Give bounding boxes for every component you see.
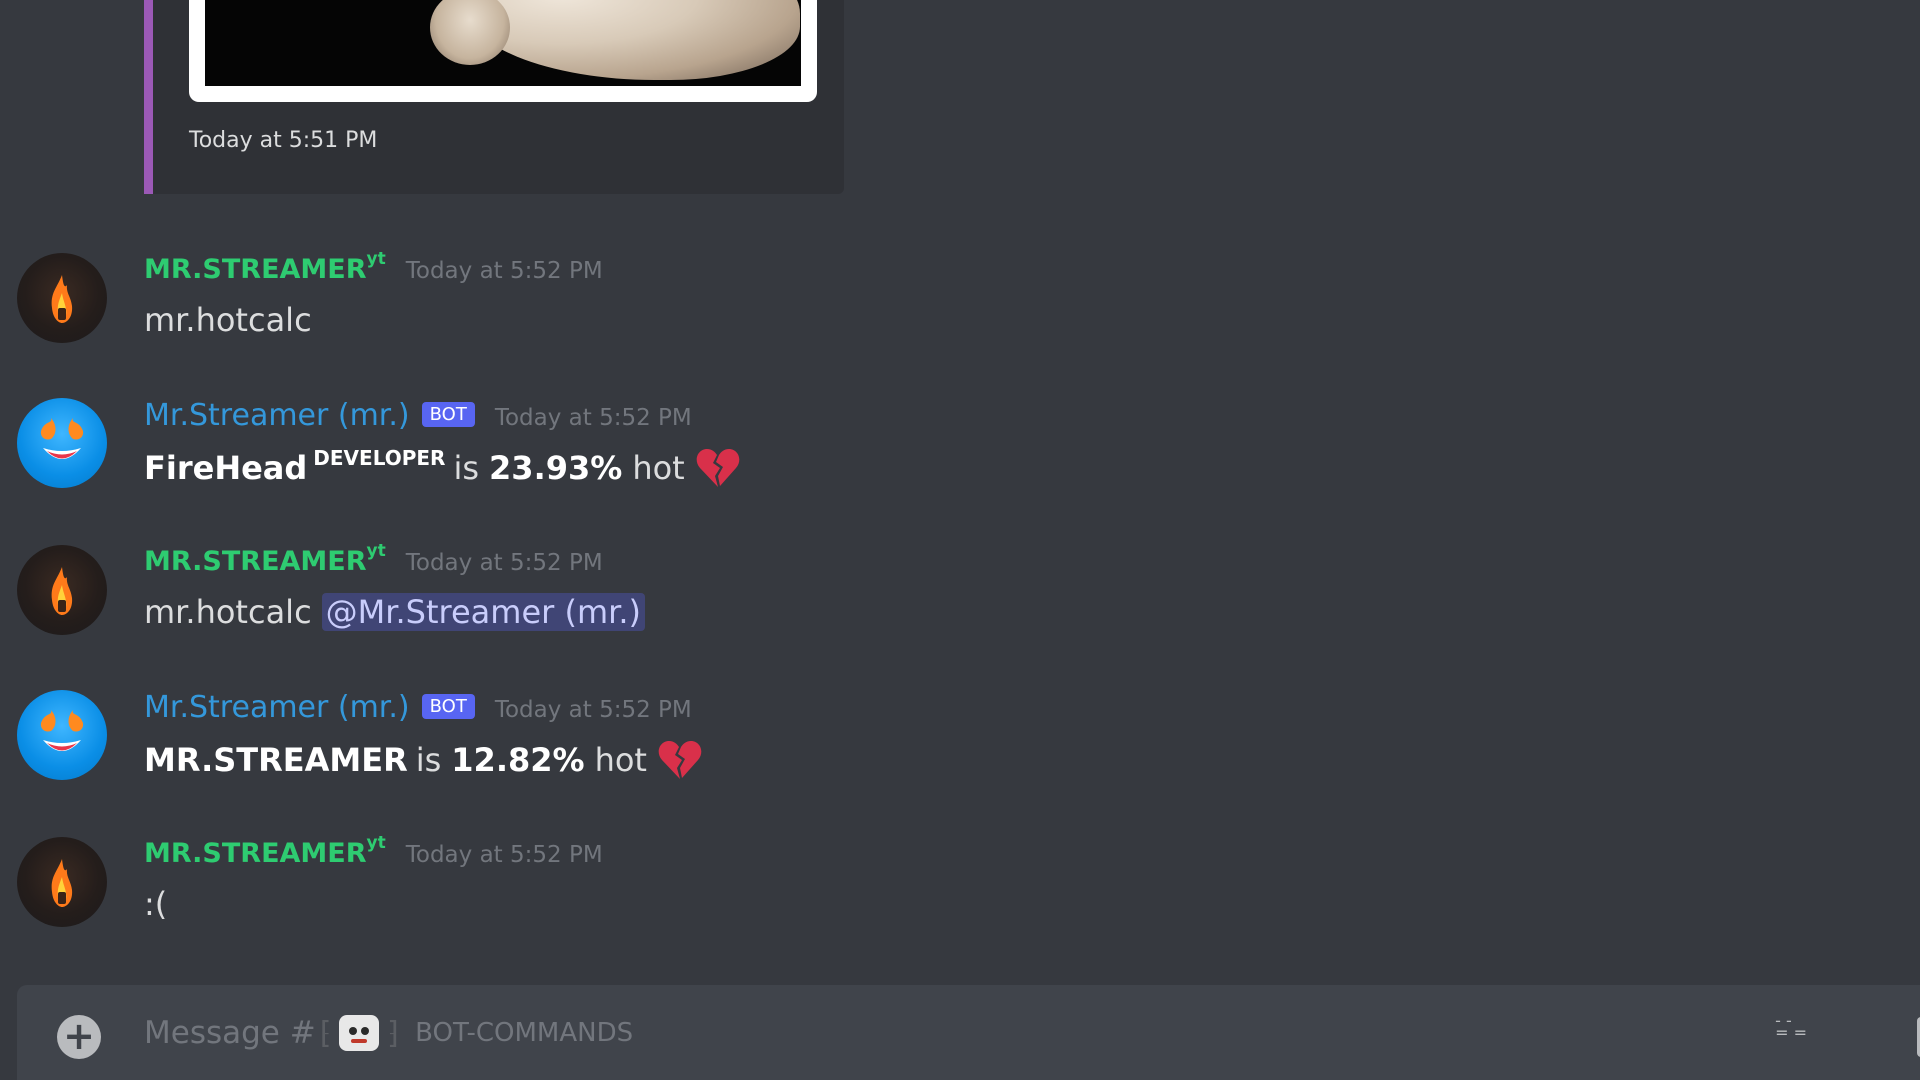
- message-embed: Today at 5:51 PM: [144, 0, 844, 194]
- hot-text: hot: [632, 449, 685, 487]
- subject-name: FireHead: [144, 449, 308, 487]
- bot-badge: BOT: [421, 402, 475, 427]
- cat-paw-detail: [430, 0, 510, 65]
- message-content: mr.hotcalc @Mr.Streamer (mr.): [144, 593, 645, 631]
- username[interactable]: MR.STREAMERyt: [144, 541, 386, 577]
- hot-percent: 23.93%: [489, 449, 623, 487]
- username[interactable]: MR.STREAMERyt: [144, 833, 386, 869]
- chat-window: Today at 5:51 PM MR.STREAMERyt Today at …: [0, 0, 1920, 1080]
- placeholder-prefix: Message #: [144, 1015, 316, 1051]
- hot-text: hot: [594, 741, 647, 779]
- fire-head-icon: [51, 275, 73, 323]
- message-input-bar[interactable]: + Message # ⁅ ⁆ BOT-COMMANDS - - = =: [17, 985, 1920, 1080]
- message-input[interactable]: Message # ⁅ ⁆ BOT-COMMANDS: [144, 1015, 633, 1051]
- gif-sticker-icon[interactable]: - - = =: [1775, 1013, 1807, 1041]
- message-item: Mr.Streamer (mr.) BOT Today at 5:52 PM F…: [0, 398, 1920, 518]
- subject-name: MR.STREAMER: [144, 741, 408, 779]
- user-avatar[interactable]: [17, 837, 107, 927]
- channel-name: BOT-COMMANDS: [415, 1018, 634, 1048]
- user-mention[interactable]: @Mr.Streamer (mr.): [321, 593, 645, 631]
- add-attachment-button[interactable]: +: [57, 1015, 101, 1059]
- message-header: Mr.Streamer (mr.) BOT Today at 5:52 PM: [144, 398, 692, 438]
- message-timestamp: Today at 5:52 PM: [494, 697, 692, 723]
- message-item: Mr.Streamer (mr.) BOT Today at 5:52 PM M…: [0, 690, 1920, 810]
- message-text: mr.hotcalc: [144, 593, 312, 631]
- hot-percent: 12.82%: [451, 741, 585, 779]
- message-content: :(: [144, 885, 167, 923]
- username[interactable]: MR.STREAMERyt: [144, 249, 386, 285]
- bot-avatar[interactable]: [17, 398, 107, 488]
- message-header: MR.STREAMERyt Today at 5:52 PM: [144, 833, 603, 877]
- message-timestamp: Today at 5:52 PM: [405, 550, 603, 576]
- broken-heart-icon: [658, 741, 702, 779]
- user-avatar[interactable]: [17, 545, 107, 635]
- bot-username[interactable]: Mr.Streamer (mr.): [144, 398, 410, 433]
- smiling-face-with-flames-icon: [40, 710, 84, 751]
- message-header: Mr.Streamer (mr.) BOT Today at 5:52 PM: [144, 690, 692, 730]
- user-avatar[interactable]: [17, 253, 107, 343]
- message-content: mr.hotcalc: [144, 301, 312, 339]
- message-item: MR.STREAMERyt Today at 5:52 PM mr.hotcal…: [0, 249, 1920, 373]
- embed-timestamp: Today at 5:51 PM: [189, 128, 378, 153]
- message-content: FireHead DEVELOPER is 23.93% hot: [144, 446, 741, 490]
- bot-avatar[interactable]: [17, 690, 107, 780]
- bot-username[interactable]: Mr.Streamer (mr.): [144, 690, 410, 725]
- bracket-left-icon: ⁅: [319, 1015, 332, 1051]
- fire-head-icon: [51, 859, 73, 907]
- plus-circle-icon: +: [63, 1013, 95, 1058]
- message-timestamp: Today at 5:52 PM: [494, 405, 692, 431]
- bot-badge: BOT: [421, 694, 475, 719]
- connector-text: is: [453, 449, 480, 487]
- embed-image-frame[interactable]: [189, 0, 817, 102]
- robot-face-icon: [339, 1015, 380, 1051]
- message-item: MR.STREAMERyt Today at 5:52 PM :(: [0, 833, 1920, 957]
- message-text: :(: [144, 885, 168, 923]
- fire-head-icon: [51, 567, 73, 615]
- message-content: MR.STREAMER is 12.82% hot: [144, 738, 703, 782]
- message-header: MR.STREAMERyt Today at 5:52 PM: [144, 249, 603, 293]
- message-text: mr.hotcalc: [144, 301, 312, 339]
- subject-suffix: DEVELOPER: [313, 446, 446, 470]
- embed-image[interactable]: [205, 0, 801, 86]
- smiling-face-with-flames-icon: [40, 418, 84, 459]
- bracket-right-icon: ⁆: [387, 1015, 400, 1051]
- cat-paw-image: [460, 0, 800, 80]
- message-timestamp: Today at 5:52 PM: [405, 258, 603, 284]
- message-item: MR.STREAMERyt Today at 5:52 PM mr.hotcal…: [0, 541, 1920, 665]
- broken-heart-icon: [696, 449, 740, 487]
- message-header: MR.STREAMERyt Today at 5:52 PM: [144, 541, 603, 585]
- connector-text: is: [415, 741, 442, 779]
- message-timestamp: Today at 5:52 PM: [405, 842, 603, 868]
